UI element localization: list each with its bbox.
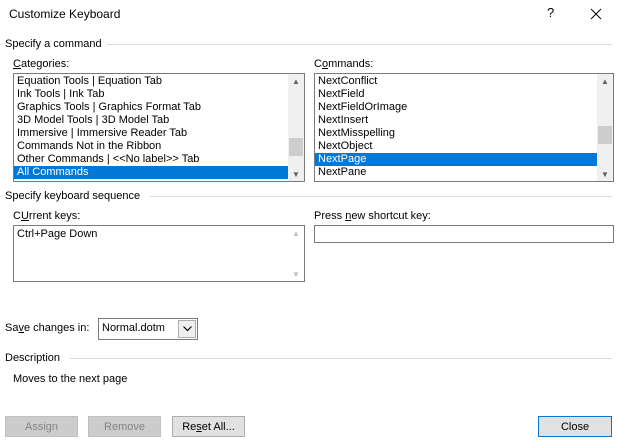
category-item[interactable]: Immersive | Immersive Reader Tab [14,127,288,140]
command-item[interactable]: NextPane [315,166,597,179]
new-shortcut-input[interactable] [314,225,614,243]
close-icon [590,8,602,20]
current-keys-label: CUrrent keys: [13,210,81,222]
command-item[interactable]: NextFieldOrImage [315,101,597,114]
commands-scrollbar[interactable]: ▲ ▼ [597,74,613,181]
current-key-entry[interactable]: Ctrl+Page Down [14,228,288,241]
commands-list[interactable]: NextConflict NextField NextFieldOrImage Nex… [314,73,614,182]
save-changes-select[interactable]: Normal.dotm [98,318,198,340]
category-item[interactable]: Commands Not in the Ribbon [14,140,288,153]
new-shortcut-label: Press new shortcut key: [314,210,431,222]
command-item[interactable]: NextField [315,88,597,101]
current-key-item[interactable]: Ctrl+Page Down [14,228,288,241]
command-group-separator [107,44,612,45]
categories-scrollbar[interactable]: ▲ ▼ [288,74,304,181]
dialog-title: Customize Keyboard [9,7,121,21]
command-item[interactable]: NextMisspelling [315,127,597,140]
category-item[interactable]: Ink Tools | Ink Tab [14,88,288,101]
category-item-selected[interactable]: All Commands [14,166,288,179]
save-changes-label: Save changes in: [5,322,90,334]
remove-button[interactable]: Remove [88,416,161,437]
command-group-label: Specify a command [5,38,102,50]
description-text: Moves to the next page [13,373,128,385]
categories-label: Categories: [13,58,70,70]
scroll-down-icon[interactable]: ▼ [288,267,304,281]
categories-scroll-thumb[interactable] [289,138,303,156]
scroll-up-icon[interactable]: ▲ [597,74,613,88]
command-item-selected[interactable]: NextPage [315,153,597,166]
scroll-down-icon[interactable]: ▼ [597,167,613,181]
assign-button[interactable]: Assign [5,416,78,437]
commands-label: Commands: [314,58,374,70]
dropdown-button[interactable] [178,320,196,338]
categories-list[interactable]: Equation Tools | Equation Tab Ink Tools |… [13,73,305,182]
help-button[interactable]: ? [547,5,554,20]
command-item[interactable]: NextInsert [315,114,597,127]
close-button[interactable]: Close [538,416,612,437]
current-keys-scrollbar[interactable]: ▲ ▼ [288,226,304,281]
scroll-up-icon[interactable]: ▲ [288,226,304,240]
command-item[interactable]: NextObject [315,140,597,153]
keyboard-group-label: Specify keyboard sequence [5,190,141,202]
category-item[interactable]: 3D Model Tools | 3D Model Tab [14,114,288,127]
chevron-down-icon [182,326,192,332]
category-item[interactable]: Other Commands | <<No label>> Tab [14,153,288,166]
category-item[interactable]: Graphics Tools | Graphics Format Tab [14,101,288,114]
current-keys-list[interactable]: Ctrl+Page Down ▲ ▼ [13,225,305,282]
reset-all-button[interactable]: Reset All... [172,416,245,437]
commands-scroll-thumb[interactable] [598,126,612,144]
keyboard-group-separator [150,196,612,197]
save-changes-value: Normal.dotm [102,322,165,334]
description-separator [70,358,612,359]
description-label: Description [5,352,61,364]
close-window-button[interactable] [588,4,604,22]
command-item[interactable]: NextConflict [315,75,597,88]
scroll-up-icon[interactable]: ▲ [288,74,304,88]
scroll-down-icon[interactable]: ▼ [288,167,304,181]
category-item[interactable]: Equation Tools | Equation Tab [14,75,288,88]
